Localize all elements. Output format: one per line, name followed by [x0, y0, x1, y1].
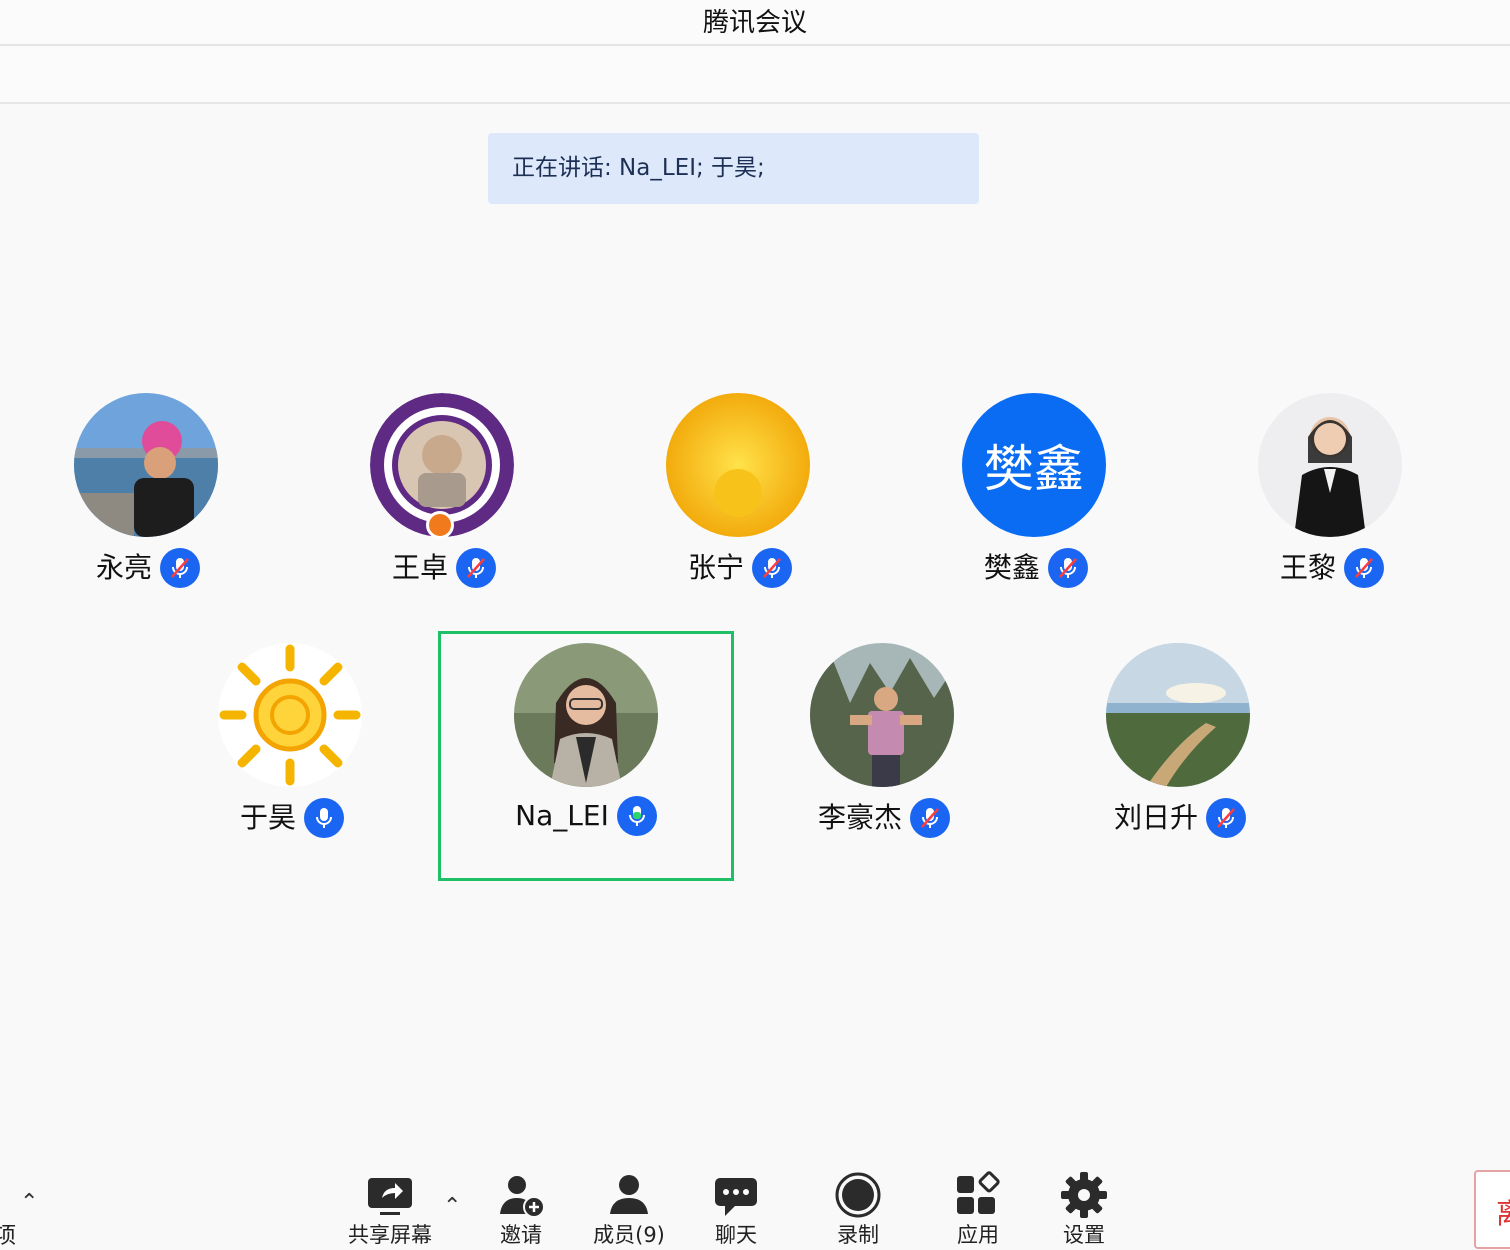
avatar [74, 393, 218, 537]
invite-button[interactable]: 邀请 [466, 1170, 576, 1250]
window-title: 腾讯会议 [702, 8, 807, 38]
record-label: 录制 [837, 1223, 879, 1247]
participant-tile[interactable]: 永亮 [0, 383, 296, 633]
participant-tile[interactable]: 张宁 [592, 383, 888, 633]
add-user-icon [500, 1176, 545, 1218]
mic-muted-icon[interactable] [752, 548, 792, 588]
meeting-info-bar [0, 46, 1510, 104]
members-icon [610, 1175, 648, 1214]
participant-name: 王卓 [391, 551, 448, 584]
participant-tile[interactable]: 李豪杰 [736, 633, 1032, 883]
toolbar-item-partial-label[interactable]: 项 [0, 1218, 16, 1250]
share-screen-label: 共享屏幕 [348, 1223, 432, 1247]
settings-button[interactable]: 设置 [1029, 1170, 1139, 1250]
avatar-initials: 樊鑫 [984, 440, 1084, 498]
avatar: 樊鑫 [962, 393, 1106, 537]
members-button[interactable]: 成员(9) [574, 1170, 684, 1250]
invite-label: 邀请 [500, 1223, 542, 1247]
participant-name: 樊鑫 [983, 551, 1040, 584]
participant-name: 刘日升 [1113, 801, 1198, 834]
participant-tile[interactable]: 樊鑫 樊鑫 [888, 383, 1184, 633]
mic-on-icon[interactable] [304, 798, 344, 838]
participant-name: 张宁 [687, 551, 744, 584]
apps-icon [957, 1171, 1000, 1214]
leave-meeting-label: 离 [1496, 1192, 1510, 1232]
mic-speaking-icon[interactable] [616, 796, 657, 836]
settings-label: 设置 [1063, 1223, 1105, 1247]
avatar [810, 643, 954, 787]
avatar [1106, 643, 1250, 787]
chat-button[interactable]: 聊天 [681, 1170, 791, 1250]
share-screen-icon [368, 1178, 412, 1215]
chevron-up-icon[interactable]: ⌃ [20, 1190, 38, 1215]
leave-meeting-button[interactable]: 离 [1474, 1170, 1510, 1249]
mic-muted-icon[interactable] [160, 548, 200, 588]
record-button[interactable]: 录制 [803, 1170, 913, 1250]
mic-muted-icon[interactable] [910, 798, 950, 838]
chat-icon [715, 1178, 757, 1216]
speaking-banner: 正在讲话: Na_LEI; 于昊; [488, 133, 979, 204]
participant-tile-active[interactable]: Na_LEI [438, 631, 734, 881]
bottom-toolbar: 项 ⌃ 共享屏幕 ⌃ 邀请 成员(9) 聊天 录制 应用 设置 [0, 1160, 1510, 1249]
participant-tile[interactable]: 刘日升 [1032, 633, 1328, 883]
mic-muted-icon[interactable] [1344, 548, 1384, 588]
avatar [1258, 393, 1402, 537]
record-icon [835, 1172, 881, 1218]
avatar [218, 643, 362, 787]
share-screen-button[interactable]: 共享屏幕 [335, 1170, 445, 1250]
chat-label: 聊天 [715, 1223, 757, 1247]
gear-icon [1061, 1172, 1107, 1218]
participant-name: 王黎 [1279, 551, 1336, 584]
participant-tile[interactable]: 于昊 [144, 633, 440, 883]
mic-muted-icon[interactable] [456, 548, 496, 588]
avatar [514, 643, 658, 787]
participant-tile[interactable]: 王卓 [296, 383, 592, 633]
participant-name: Na_LEI [515, 799, 609, 832]
apps-button[interactable]: 应用 [923, 1170, 1033, 1250]
mic-muted-icon[interactable] [1048, 548, 1088, 588]
avatar [666, 393, 810, 537]
apps-label: 应用 [957, 1223, 999, 1247]
title-bar: 腾讯会议 [0, 0, 1510, 46]
members-label: 成员(9) [593, 1223, 665, 1247]
participant-tile[interactable]: 王黎 [1184, 383, 1480, 633]
host-badge-icon [426, 511, 454, 539]
participant-name: 李豪杰 [817, 801, 902, 834]
mic-muted-icon[interactable] [1206, 798, 1246, 838]
participant-name: 永亮 [95, 551, 152, 584]
chevron-up-icon[interactable]: ⌃ [443, 1194, 461, 1219]
participant-name: 于昊 [239, 801, 296, 834]
